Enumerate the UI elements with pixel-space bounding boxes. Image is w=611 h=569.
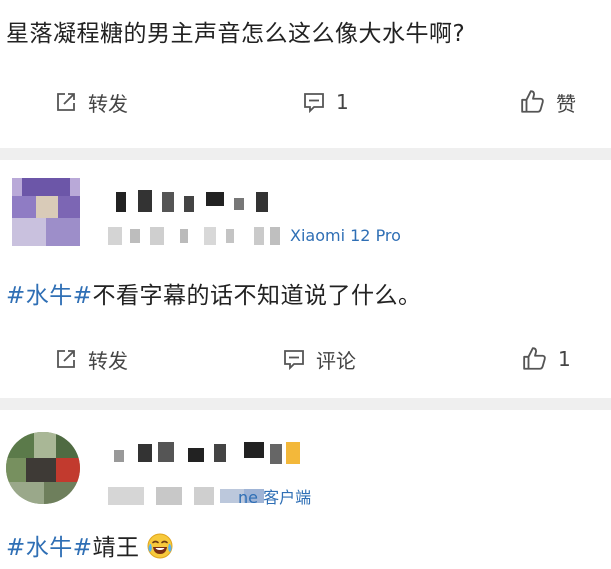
comment-2-body: 靖王: [92, 535, 140, 561]
like-label: 赞: [556, 91, 576, 116]
thumbs-up-icon: [523, 347, 546, 370]
repost-label: 转发: [88, 91, 128, 116]
like-button[interactable]: 赞: [520, 74, 576, 130]
masked-username[interactable]: [110, 188, 280, 214]
comment-label: 评论: [316, 348, 356, 373]
post-1-text: 星落凝程糖的男主声音怎么这么像大水牛啊?: [6, 21, 466, 47]
comment-1-text: #水牛#不看字幕的话不知道说了什么。: [6, 276, 422, 310]
masked-username[interactable]: [110, 440, 310, 466]
comment-2-text: #水牛#靖王: [6, 528, 173, 562]
repost-icon: [57, 93, 75, 111]
comment-button[interactable]: 评论: [282, 331, 356, 387]
avatar[interactable]: [12, 178, 80, 246]
thumbs-up-icon: [521, 90, 544, 113]
comment-icon: [304, 93, 324, 114]
topic-link[interactable]: #水牛#: [6, 283, 93, 309]
separator: [0, 148, 611, 160]
device-label: Xiaomi 12 Pro: [290, 226, 401, 245]
topic-link[interactable]: #水牛#: [6, 535, 93, 561]
comment-button[interactable]: 1: [302, 74, 349, 130]
device-label: ne 客户端: [238, 488, 312, 507]
laughing-tears-emoji-icon: [147, 533, 173, 559]
comment-icon: [284, 350, 304, 371]
avatar[interactable]: [6, 432, 80, 504]
comment-1-action-bar: 转发 评论 1: [0, 331, 611, 387]
separator: [0, 398, 611, 410]
comment-count: 1: [336, 90, 349, 114]
repost-button[interactable]: 转发: [54, 331, 128, 387]
repost-button[interactable]: 转发: [54, 74, 128, 130]
post-1-action-bar: 转发 1 赞: [0, 74, 611, 130]
like-button[interactable]: 1: [522, 331, 571, 387]
repost-icon: [57, 350, 75, 368]
like-count: 1: [558, 347, 571, 371]
repost-label: 转发: [88, 348, 128, 373]
comment-1-body: 不看字幕的话不知道说了什么。: [92, 283, 422, 309]
masked-timestamp: [108, 225, 288, 247]
